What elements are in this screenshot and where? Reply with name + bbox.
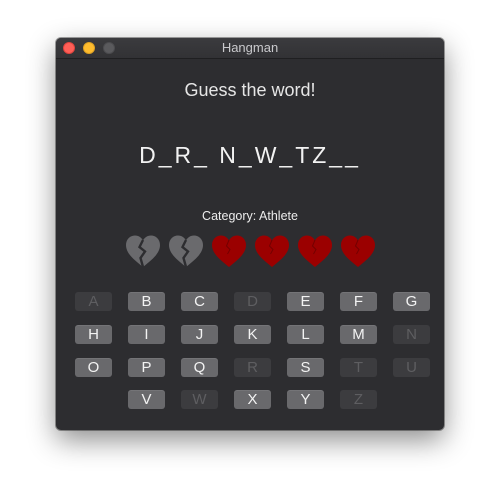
key-n: N xyxy=(393,325,430,344)
key-a: A xyxy=(75,292,112,311)
key-w: W xyxy=(181,390,218,409)
key-b[interactable]: B xyxy=(128,292,165,311)
category-label: Category: Athlete xyxy=(202,209,298,223)
key-q[interactable]: Q xyxy=(181,358,218,377)
key-g[interactable]: G xyxy=(393,292,430,311)
heart-icon xyxy=(297,235,333,269)
key-r: R xyxy=(234,358,271,377)
key-d: D xyxy=(234,292,271,311)
broken-heart-icon xyxy=(168,235,204,269)
key-s[interactable]: S xyxy=(287,358,324,377)
key-c[interactable]: C xyxy=(181,292,218,311)
game-prompt: Guess the word! xyxy=(184,80,316,100)
key-f[interactable]: F xyxy=(340,292,377,311)
masked-word: D_R_ N_W_TZ__ xyxy=(139,142,361,168)
key-h[interactable]: H xyxy=(75,325,112,344)
lives-indicator xyxy=(125,235,375,271)
heart-icon xyxy=(254,235,290,269)
key-p[interactable]: P xyxy=(128,358,165,377)
key-u: U xyxy=(393,358,430,377)
key-z: Z xyxy=(340,390,377,409)
key-t: T xyxy=(340,358,377,377)
key-j[interactable]: J xyxy=(181,325,218,344)
key-o[interactable]: O xyxy=(75,358,112,377)
window-title: Hangman xyxy=(221,40,279,55)
key-y[interactable]: Y xyxy=(287,390,324,409)
key-l[interactable]: L xyxy=(287,325,324,344)
key-e[interactable]: E xyxy=(287,292,324,311)
heart-icon xyxy=(211,235,247,269)
key-v[interactable]: V xyxy=(128,390,165,409)
heart-icon xyxy=(340,235,376,269)
title-bar[interactable]: Hangman xyxy=(56,38,444,59)
key-k[interactable]: K xyxy=(234,325,271,344)
key-i[interactable]: I xyxy=(128,325,165,344)
key-x[interactable]: X xyxy=(234,390,271,409)
key-m[interactable]: M xyxy=(340,325,377,344)
broken-heart-icon xyxy=(125,235,161,269)
